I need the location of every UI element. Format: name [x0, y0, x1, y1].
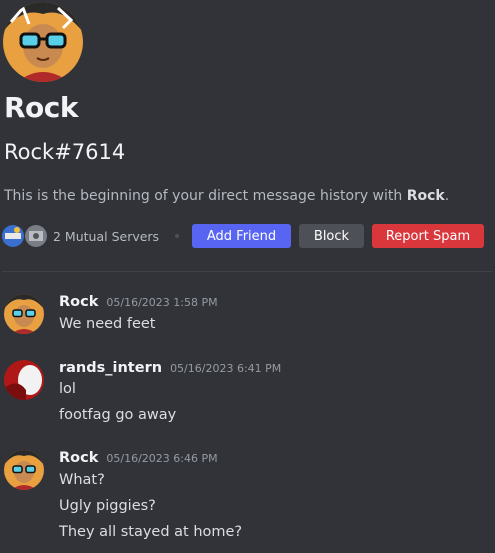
cartoon-sunglasses-avatar-icon — [4, 294, 44, 334]
cartoon-sunglasses-avatar-icon — [3, 2, 83, 82]
avatar[interactable] — [4, 450, 44, 490]
message-line: footfag go away — [59, 407, 177, 423]
avatar[interactable] — [4, 294, 44, 334]
profile-display-name: Rock — [4, 91, 79, 124]
message-header: rands_intern 05/16/2023 6:41 PM — [59, 360, 281, 376]
message-author[interactable]: Rock — [59, 450, 98, 466]
cartoon-sunglasses-avatar-icon — [4, 450, 44, 490]
dm-intro-text: This is the beginning of your direct mes… — [4, 188, 449, 204]
avatar[interactable] — [4, 360, 44, 400]
report-spam-button[interactable]: Report Spam — [372, 224, 484, 248]
profile-avatar[interactable] — [3, 2, 83, 82]
server-icon-2 — [25, 225, 47, 247]
message-line: We need feet — [59, 316, 156, 332]
add-friend-button[interactable]: Add Friend — [192, 224, 291, 248]
separator-dot — [175, 234, 180, 238]
message-timestamp: 05/16/2023 1:58 PM — [106, 296, 218, 309]
mutual-servers[interactable]: 2 Mutual Servers — [2, 224, 180, 248]
intro-prefix: This is the beginning of your direct mes… — [4, 188, 407, 204]
mutual-servers-label: 2 Mutual Servers — [53, 228, 160, 244]
message-line: lol — [59, 381, 76, 397]
message-timestamp: 05/16/2023 6:41 PM — [170, 362, 282, 375]
intro-suffix: . — [444, 188, 450, 204]
divider — [2, 271, 493, 272]
message-line: Ugly piggies? — [59, 498, 156, 514]
message-header: Rock 05/16/2023 1:58 PM — [59, 294, 218, 310]
message-line: What? — [59, 472, 105, 488]
message-author[interactable]: Rock — [59, 294, 98, 310]
server-icon-1 — [2, 225, 24, 247]
message-author[interactable]: rands_intern — [59, 360, 162, 376]
message-header: Rock 05/16/2023 6:46 PM — [59, 450, 218, 466]
message-line: They all stayed at home? — [59, 524, 243, 540]
block-button[interactable]: Block — [299, 224, 364, 248]
profile-tag: Rock#7614 — [4, 140, 126, 164]
intro-name: Rock — [406, 188, 445, 204]
message-timestamp: 05/16/2023 6:46 PM — [106, 452, 218, 465]
red-white-avatar-icon — [4, 360, 44, 400]
